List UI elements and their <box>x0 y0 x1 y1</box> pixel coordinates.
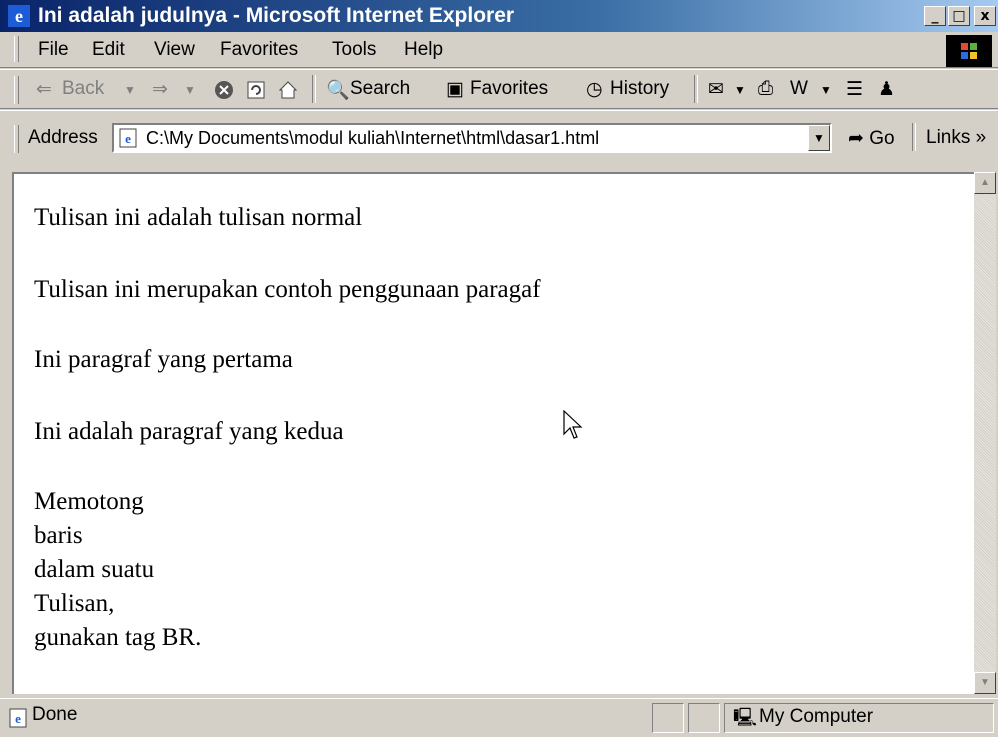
status-bar: e Done 🖳 My Computer <box>0 698 998 737</box>
menubar-grip[interactable] <box>14 36 19 62</box>
scroll-up-button[interactable]: ▲ <box>974 172 996 194</box>
ie-logo-icon: e <box>8 5 30 27</box>
paragraph-second: Ini adalah paragraf yang kedua <box>34 418 344 445</box>
line-break-text: Tulisan, <box>34 590 115 617</box>
page-content[interactable]: Tulisan ini adalah tulisan normal Tulisa… <box>12 172 974 694</box>
zone-label: My Computer <box>759 706 874 727</box>
edit-icon[interactable]: W <box>790 78 808 100</box>
toolbar-grip[interactable] <box>14 76 19 104</box>
paragraph-first: Ini paragraf yang pertama <box>34 346 293 373</box>
close-button[interactable]: x <box>974 6 996 26</box>
minimize-button[interactable]: _ <box>924 6 946 26</box>
history-icon: ◷ <box>586 79 603 100</box>
stop-icon[interactable] <box>214 80 234 100</box>
svg-text:e: e <box>15 711 21 726</box>
paragraph-example: Tulisan ini merupakan contoh penggunaan … <box>34 276 541 303</box>
go-arrow-icon: ➦ <box>848 128 864 149</box>
back-arrow-icon: ⇐ <box>36 79 52 100</box>
search-button[interactable]: Search <box>350 78 410 100</box>
menu-edit[interactable]: Edit <box>92 39 125 61</box>
title-bar: e Ini adalah judulnya - Microsoft Intern… <box>0 0 998 32</box>
forward-dropdown-icon[interactable]: ▼ <box>184 83 196 97</box>
page-icon: e <box>119 128 137 148</box>
forward-button[interactable]: ⇒ <box>152 78 168 101</box>
computer-icon: 🖳 <box>733 707 758 727</box>
vertical-scrollbar[interactable]: ▲ ▼ <box>974 172 996 694</box>
go-label: Go <box>869 128 895 149</box>
search-icon: 🔍 <box>326 80 350 101</box>
window-title: Ini adalah judulnya - Microsoft Internet… <box>38 4 515 27</box>
line-break-text: dalam suatu <box>34 556 155 583</box>
line-break-text: gunakan tag BR. <box>34 624 202 651</box>
windows-logo-icon <box>946 35 992 67</box>
back-dropdown-icon[interactable]: ▼ <box>124 83 136 97</box>
page-icon: e <box>9 708 27 728</box>
address-dropdown-button[interactable]: ▼ <box>808 125 830 151</box>
menu-help[interactable]: Help <box>404 39 443 61</box>
favorites-icon: ▣ <box>446 79 464 100</box>
paragraph-normal: Tulisan ini adalah tulisan normal <box>34 204 363 231</box>
addressbar-grip[interactable] <box>14 125 19 153</box>
links-chevron-icon: » <box>975 127 987 148</box>
status-text: Done <box>32 704 78 725</box>
refresh-icon[interactable] <box>246 80 266 100</box>
address-bar: Address e C:\My Documents\modul kuliah\I… <box>0 110 998 164</box>
menu-file[interactable]: File <box>38 39 69 61</box>
toolbar-separator <box>912 123 916 151</box>
go-button[interactable]: ➦ Go <box>848 127 895 150</box>
svg-text:e: e <box>125 131 131 146</box>
print-icon[interactable]: ⎙ <box>758 78 773 100</box>
status-panel <box>652 703 684 733</box>
address-input[interactable]: e C:\My Documents\modul kuliah\Internet\… <box>112 123 832 153</box>
menu-view[interactable]: View <box>154 39 195 61</box>
security-zone-panel: 🖳 My Computer <box>724 703 994 733</box>
toolbar-separator <box>312 75 316 103</box>
line-break-text: baris <box>34 522 83 549</box>
maximize-button[interactable]: □ <box>948 6 970 26</box>
favorites-button[interactable]: Favorites <box>470 78 548 100</box>
standard-toolbar: ⇐ Back ▼ ⇒ ▼ 🔍 Search ▣ Favorites ◷ Hist… <box>0 69 998 109</box>
mail-dropdown-icon[interactable]: ▼ <box>734 83 746 97</box>
svg-text:e: e <box>15 6 23 26</box>
messenger-icon[interactable]: ♟ <box>878 78 895 101</box>
edit-dropdown-icon[interactable]: ▼ <box>820 83 832 97</box>
menu-favorites[interactable]: Favorites <box>220 39 298 61</box>
mouse-pointer-icon <box>563 410 583 439</box>
line-break-text: Memotong <box>34 488 144 515</box>
address-label: Address <box>28 127 98 148</box>
links-button[interactable]: Links » <box>926 127 986 149</box>
history-button[interactable]: History <box>610 78 669 100</box>
status-panel <box>688 703 720 733</box>
home-icon[interactable] <box>278 80 298 100</box>
scroll-down-button[interactable]: ▼ <box>974 672 996 694</box>
menu-tools[interactable]: Tools <box>332 39 376 61</box>
menu-bar: File Edit View Favorites Tools Help <box>0 32 998 68</box>
toolbar-separator <box>694 75 698 103</box>
discuss-icon[interactable]: ☰ <box>846 78 863 101</box>
links-label: Links <box>926 127 971 148</box>
address-value: C:\My Documents\modul kuliah\Internet\ht… <box>146 128 600 148</box>
back-button[interactable]: Back <box>62 78 104 100</box>
mail-icon[interactable]: ✉ <box>708 78 724 101</box>
